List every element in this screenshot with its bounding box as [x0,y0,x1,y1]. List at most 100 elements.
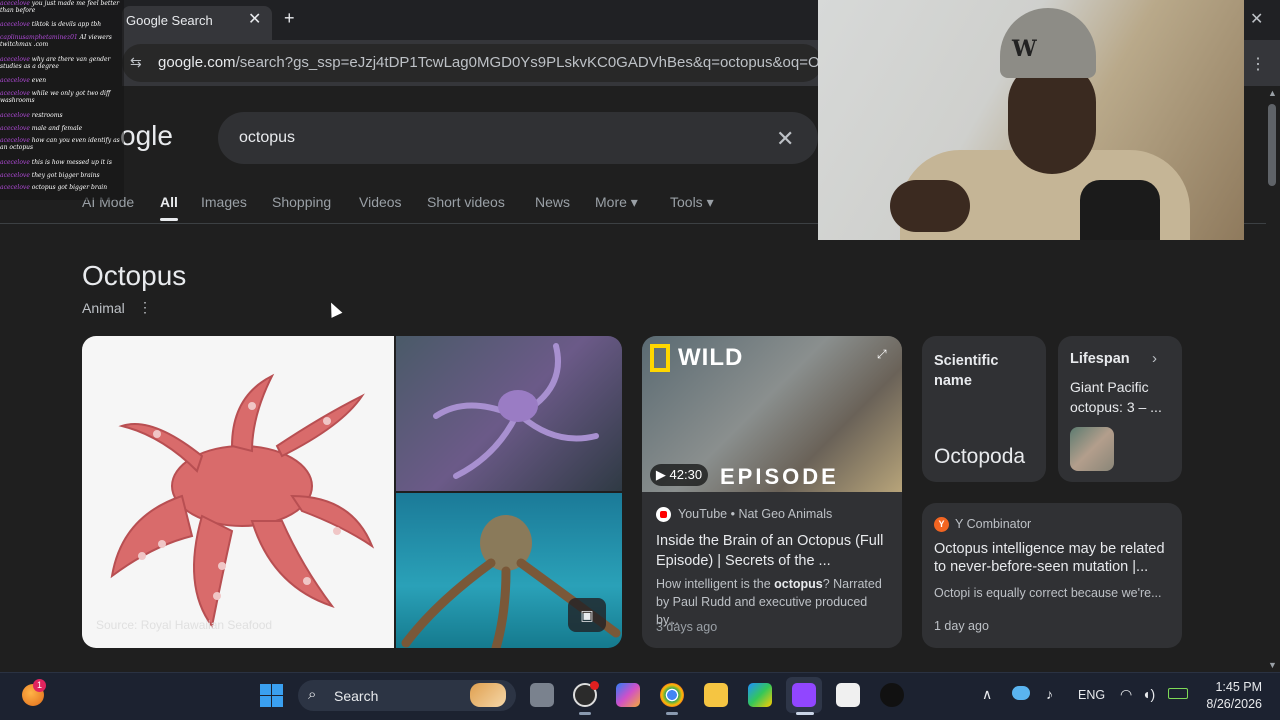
onedrive-icon[interactable] [1012,686,1030,700]
octopus-purple-illustration [433,343,599,479]
webcam-microphone [1080,180,1160,240]
taskbar-search-label: Search [334,688,379,704]
capcut-icon[interactable] [836,683,860,707]
microphone-icon[interactable]: ♪ [1046,686,1053,702]
webcam-face [1008,62,1096,174]
clear-search-icon[interactable]: ✕ [776,126,794,152]
youtube-icon-inner [660,511,667,518]
tab-title: Google Search [126,13,213,28]
article-date: 1 day ago [934,619,989,633]
site-settings-icon[interactable]: ⇆ [130,54,142,71]
article-snippet: Octopi is equally correct because we're.… [934,586,1162,600]
tiktok-icon[interactable] [880,683,904,707]
chat-text: tiktok is devils app tbh [29,21,102,28]
search-box[interactable] [218,112,818,164]
nat-geo-logo-icon [650,344,670,372]
chat-message: acecelove you just made me feel better t… [0,0,124,14]
search-input[interactable]: octopus [239,129,295,147]
chat-message: caplinusamphetaminez01 AI viewers twitch… [0,34,124,48]
video-duration-badge: ▶ 42:30 [650,464,708,486]
chat-message: acecelove this is how messed up it is [0,159,124,166]
scrollbar-thumb[interactable] [1268,104,1276,186]
lifespan-thumbnail[interactable] [1070,427,1114,471]
chat-username: acecelove [0,90,30,97]
url-path: /search?gs_ssp=eJzj4tDP1TcwLag0MGD0Ys9PL… [235,54,818,71]
file-explorer-icon[interactable] [704,683,728,707]
webcam-hand [890,180,970,232]
chat-message: acecelove octopus got bigger brain [0,184,124,191]
browser-menu-icon[interactable]: ⋮ [1250,54,1266,74]
lifespan-label: Lifespan [1070,351,1130,367]
chat-text: this is how messed up it is [29,159,112,166]
chat-username: acecelove [0,21,30,28]
search-tab[interactable]: More ▾ [595,194,638,211]
copilot-icon[interactable] [616,683,640,707]
chat-username: acecelove [0,56,30,63]
new-tab-icon[interactable]: + [284,8,295,29]
recording-indicator [590,681,599,690]
chrome-icon[interactable] [660,683,684,707]
video-episode-text: EPISODE [720,464,839,489]
chat-username: acecelove [0,137,30,144]
octopus-image-main[interactable] [82,336,394,648]
search-tab[interactable]: Tools ▾ [670,194,714,211]
start-button[interactable] [260,684,283,707]
beanie-logo: W [1012,36,1037,62]
tray-chevron-icon[interactable]: ∧ [982,686,992,703]
video-brand: WILD [678,344,744,371]
scroll-down-icon[interactable]: ▼ [1268,660,1277,670]
scroll-up-icon[interactable]: ▲ [1268,88,1277,98]
google-logo[interactable]: ogle [120,120,173,152]
scientific-name-label: Scientific name [934,353,999,389]
chat-message: acecelove while we only got two diff was… [0,90,124,104]
chat-message: acecelove restrooms [0,112,124,119]
article-title-link[interactable]: Octopus intelligence may be related to n… [934,540,1170,576]
microsoft-store-icon[interactable] [748,683,772,707]
language-indicator[interactable]: ENG [1078,688,1105,702]
chat-username: acecelove [0,0,30,7]
url-host: google.com [158,54,236,71]
video-date: 3 days ago [656,620,718,634]
search-tab[interactable]: Videos [359,194,402,210]
window-close-icon[interactable]: ✕ [1250,9,1263,29]
chat-message: acecelove why are there van gender studi… [0,56,124,70]
chevron-right-icon[interactable]: › [1152,350,1157,367]
expand-icon[interactable]: ⤢ [877,347,887,362]
ycombinator-icon: Y [934,517,949,532]
windows-logo-tile [260,696,271,707]
scientific-name-value: Octopoda [934,445,1026,468]
search-tab[interactable]: Short videos [427,194,505,210]
video-title-link[interactable]: Inside the Brain of an Octopus (Full Epi… [656,531,892,571]
wifi-icon[interactable]: ◠ [1120,686,1132,703]
chat-username: acecelove [0,184,30,191]
entity-title: Octopus [82,260,187,291]
mouse-cursor-icon [325,300,343,318]
twitch-icon[interactable] [792,683,816,707]
volume-icon[interactable]: ◖) [1142,686,1155,702]
octopus-image-reef[interactable] [396,336,622,491]
search-tab[interactable]: Shopping [272,194,331,210]
entity-subtitle: Animal [82,300,125,316]
chat-text: octopus got bigger brain [29,184,108,191]
search-highlight-icon [470,683,506,707]
tab-close-icon[interactable]: ✕ [248,9,261,29]
url-text[interactable]: google.com/search?gs_ssp=eJzj4tDP1TcwLag… [158,54,818,71]
stream-chat-overlay: acecelove you just made me feel better t… [0,0,124,200]
entity-more-icon[interactable]: ⋮ [138,299,152,316]
clock-date[interactable]: 8/26/2026 [1200,697,1262,711]
notification-badge: 1 [33,679,46,692]
chat-username: acecelove [0,112,30,119]
image-source-caption: Source: Royal Hawaiian Seafood [96,618,273,632]
search-tab[interactable]: All [160,194,178,210]
running-indicator [579,712,591,715]
search-tab[interactable]: Images [201,194,247,210]
running-indicator [666,712,678,715]
task-view-icon[interactable] [530,683,554,707]
chat-text: they got bigger brains [29,172,100,179]
image-gallery-icon[interactable]: ▣ [568,598,606,632]
search-icon: ⌕ [308,686,317,703]
running-indicator [796,712,814,715]
battery-icon[interactable] [1168,688,1188,699]
search-tab[interactable]: News [535,194,570,210]
clock-time[interactable]: 1:45 PM [1212,680,1262,694]
